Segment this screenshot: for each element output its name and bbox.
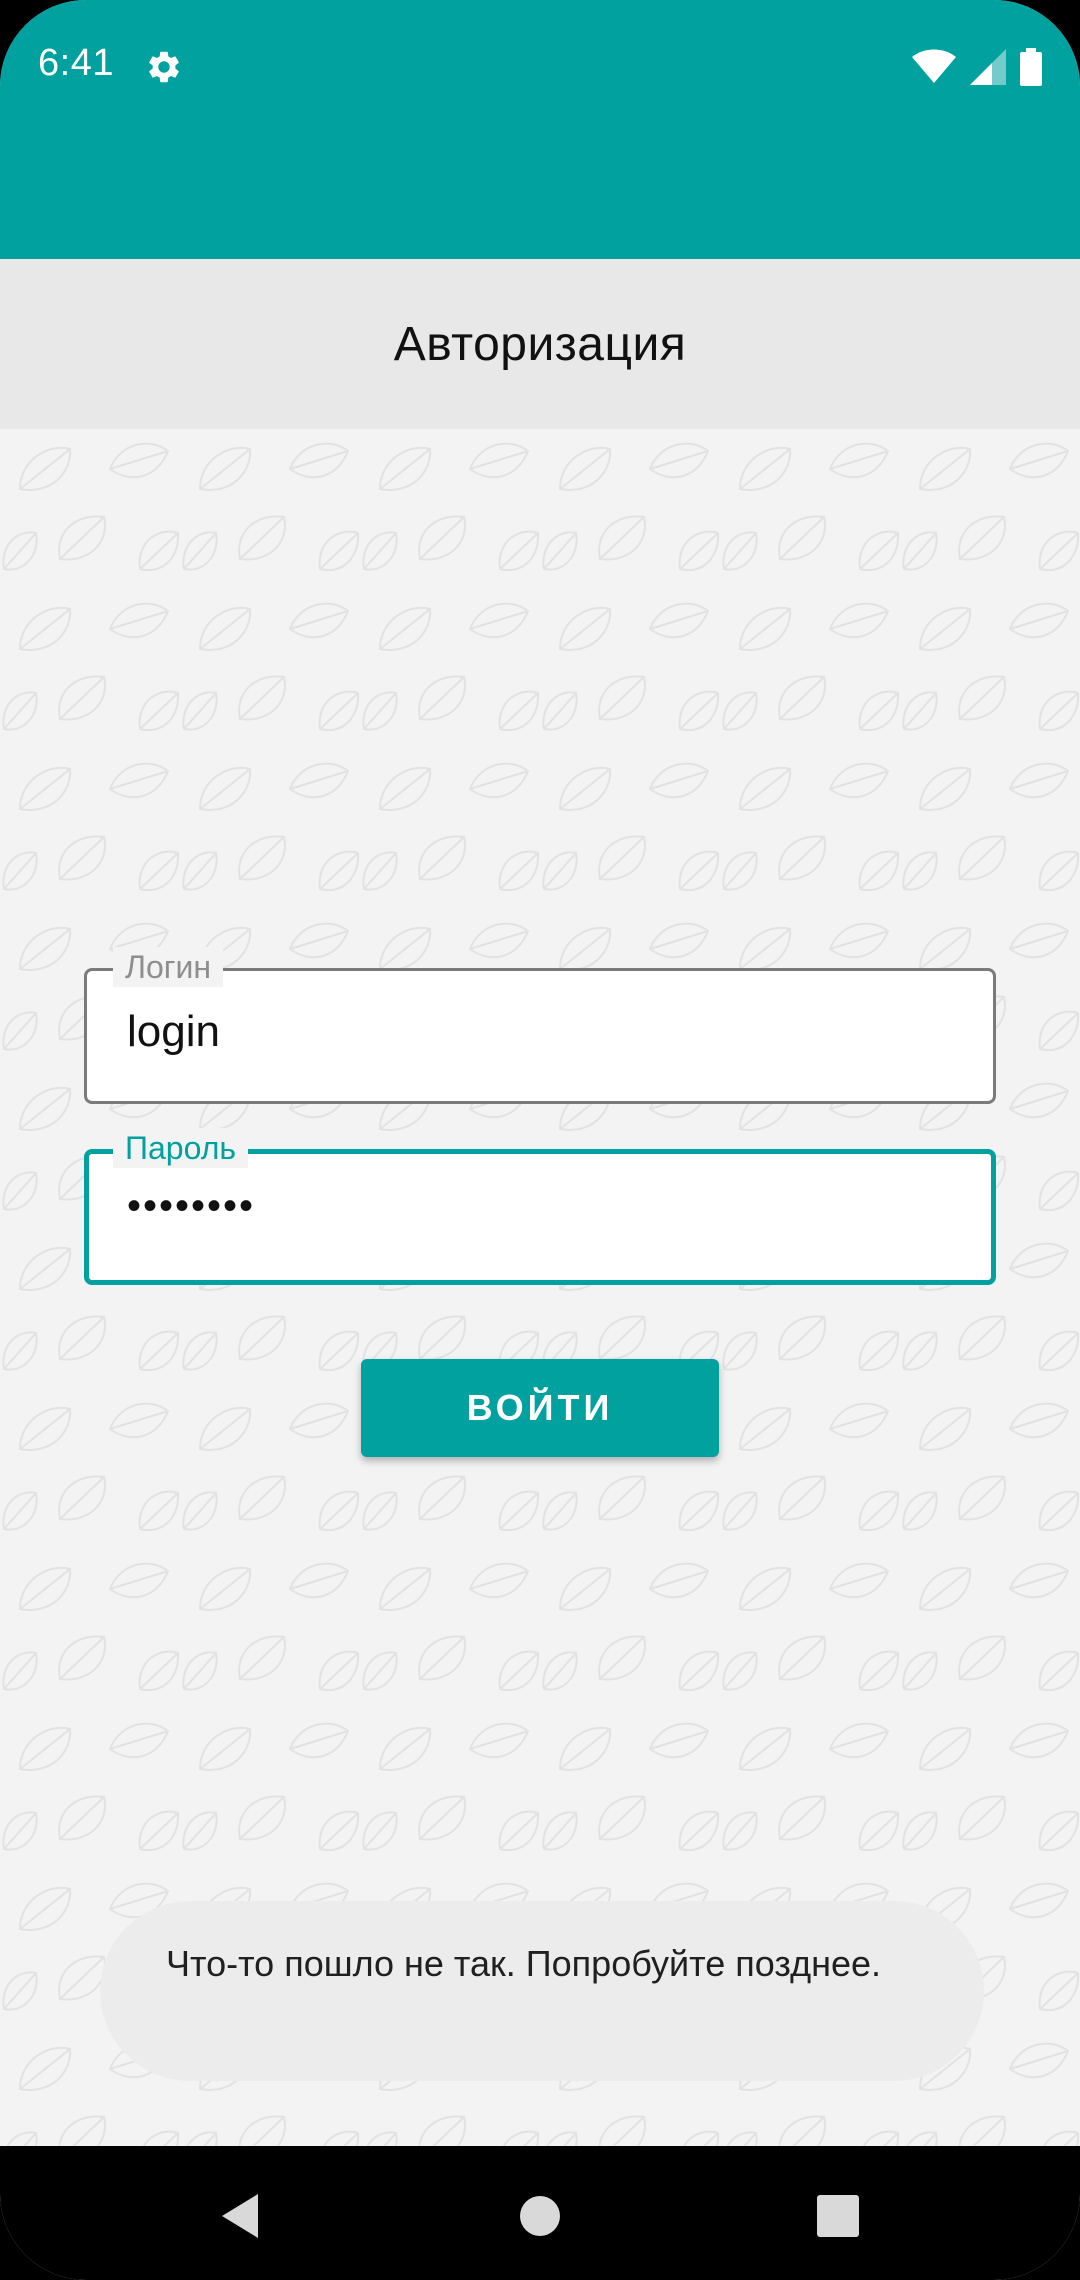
status-icons: [912, 48, 1042, 86]
error-toast: Что-то пошло не так. Попробуйте позднее.: [100, 1901, 984, 2081]
status-time: 6:41: [38, 42, 114, 84]
recents-button[interactable]: [798, 2176, 878, 2256]
home-button[interactable]: [500, 2176, 580, 2256]
status-bar: 6:41: [0, 0, 1080, 259]
wifi-icon: [912, 49, 956, 83]
back-button[interactable]: [200, 2176, 280, 2256]
settings-gear-icon: [149, 51, 179, 83]
recents-icon: [817, 2195, 859, 2237]
password-field[interactable]: Пароль ••••••••: [84, 1128, 996, 1285]
home-icon: [520, 2196, 560, 2236]
error-toast-message: Что-то пошло не так. Попробуйте позднее.: [166, 1943, 882, 1984]
device-screen: 6:41 Авторизация Логин login Пароль ••••…: [0, 0, 1080, 2280]
login-input-value[interactable]: login: [127, 1007, 220, 1057]
password-input-value[interactable]: ••••••••: [127, 1184, 255, 1229]
battery-icon: [1020, 48, 1042, 86]
cellular-signal-icon: [970, 49, 1006, 85]
title-bar: Авторизация: [0, 259, 1080, 429]
login-field[interactable]: Логин login: [84, 947, 996, 1104]
navigation-bar: [0, 2146, 1080, 2280]
login-content: Логин login Пароль •••••••• ВОЙТИ Что-то…: [0, 429, 1080, 2146]
login-button[interactable]: ВОЙТИ: [361, 1359, 719, 1457]
login-field-label: Логин: [113, 947, 224, 987]
leaf-pattern-background: [0, 429, 1080, 2146]
password-field-label: Пароль: [113, 1128, 249, 1168]
back-icon: [222, 2194, 258, 2238]
page-title: Авторизация: [393, 317, 687, 371]
